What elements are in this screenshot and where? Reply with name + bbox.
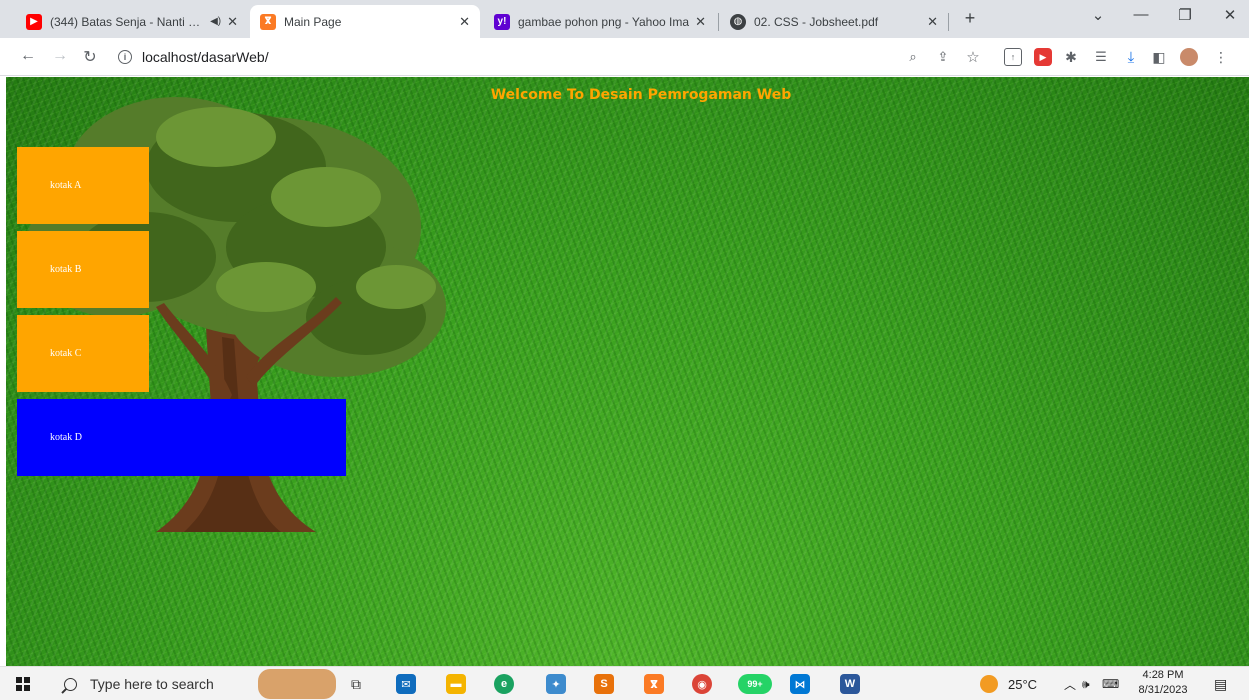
volume-icon[interactable]: 🕪 [1082,667,1090,700]
yahoo-icon: y! [494,13,510,30]
tab-youtube[interactable]: ▶ (344) Batas Senja - Nanti Kita ◀︎) ✕ [16,5,248,38]
sublime-icon[interactable]: S [594,674,614,694]
site-info-icon[interactable]: i [118,50,132,64]
word-icon[interactable]: W [840,674,860,694]
speaker-icon[interactable]: ◀︎) [210,16,221,27]
download-icon[interactable]: ⤓ [1122,48,1140,66]
search-icon [64,677,77,691]
xampp-icon[interactable]: ⴳ [644,674,664,694]
extension-red-icon[interactable]: ▶ [1034,48,1052,66]
search-highlight-icon[interactable] [258,669,336,699]
back-arrow-icon[interactable]: ← [18,47,38,65]
page-viewport: Welcome To Desain Pemrogaman Web kotak A… [6,77,1249,666]
side-panel-icon[interactable]: ◧ [1150,48,1168,66]
close-tab-icon[interactable]: ✕ [227,14,238,30]
notification-center-icon[interactable]: ▤ [1214,667,1227,700]
tab-title: (344) Batas Senja - Nanti Kita [50,14,207,29]
search-placeholder: Type here to search [90,676,214,692]
puzzle-icon[interactable]: ✱ [1062,48,1080,66]
url-text[interactable]: localhost/dasarWeb/ [142,49,269,65]
menu-kebab-icon[interactable]: ⋮ [1212,48,1230,66]
browser-tab-strip: ▶ (344) Batas Senja - Nanti Kita ◀︎) ✕ ⴳ… [0,0,1249,38]
chrome-icon[interactable]: ◉ [692,674,712,694]
notification-badge: 99+ [747,679,763,689]
xampp-icon: ⴳ [260,13,276,30]
tab-yahoo-images[interactable]: y! gambae pohon png - Yahoo Ima ✕ [484,5,716,38]
tab-divider [718,13,719,31]
tab-title: gambae pohon png - Yahoo Ima [518,14,690,29]
weather-temp: 25°C [1008,676,1038,692]
box-kotak-d: kotak D [17,399,346,476]
profile-avatar-icon[interactable] [1180,48,1198,66]
share-icon[interactable]: ⇪ [934,48,952,66]
box-label: kotak B [50,264,82,275]
address-bar[interactable]: i localhost/dasarWeb/ [108,42,908,72]
clock-date: 8/31/2023 [1138,684,1188,696]
vscode-icon[interactable]: ⋈ [790,674,810,694]
youtube-icon: ▶ [26,13,42,30]
tab-jobsheet-pdf[interactable]: ◍ 02. CSS - Jobsheet.pdf ✕ [720,5,948,38]
weather-sun-icon [980,675,998,693]
reload-icon[interactable]: ↻ [80,47,100,67]
zoom-icon[interactable]: ⌕ [904,48,922,66]
box-label: kotak D [50,432,82,443]
restore-button[interactable]: ❐ [1170,6,1200,24]
close-window-button[interactable]: ✕ [1215,6,1245,24]
close-tab-icon[interactable]: ✕ [695,14,706,30]
browser-toolbar: ← → ↻ i localhost/dasarWeb/ ⌕ ⇪ ☆ ↑ ▶ ✱ … [0,38,1249,76]
weather-widget[interactable]: 25°C [980,667,1037,700]
task-view-icon[interactable]: ⧉ [346,674,366,694]
extension-icon[interactable]: ↑ [1004,48,1022,66]
box-label: kotak C [50,348,82,359]
minimize-button[interactable]: — [1126,6,1156,23]
new-tab-button[interactable]: + [958,8,982,29]
edge-icon[interactable]: e [494,674,514,694]
box-kotak-c: kotak C [17,315,149,392]
tab-title: Main Page [284,14,342,29]
tab-main-page[interactable]: ⴳ Main Page ✕ [250,5,480,38]
file-explorer-icon[interactable]: ▬ [446,674,466,694]
whatsapp-icon[interactable]: 99+ [738,674,772,694]
mail-icon[interactable]: ✉ [396,674,416,694]
bookmark-star-icon[interactable]: ☆ [964,48,982,66]
windows-taskbar: Type here to search ⧉ ✉ ▬ e ✦ S ⴳ ◉ 99+ … [0,666,1249,700]
box-label: kotak A [50,180,82,191]
reading-list-icon[interactable]: ☰ [1092,48,1110,66]
clock-time: 4:28 PM [1142,669,1184,681]
keyboard-icon[interactable]: ⌨ [1102,667,1119,700]
globe-icon: ◍ [730,13,746,30]
box-kotak-b: kotak B [17,231,149,308]
page-heading: Welcome To Desain Pemrogaman Web [490,87,792,103]
tab-title: 02. CSS - Jobsheet.pdf [754,14,879,29]
box-kotak-a: kotak A [17,147,149,224]
tab-search-icon[interactable]: ⌄ [1083,6,1113,24]
tab-divider [948,13,949,31]
system-clock[interactable]: 4:28 PM 8/31/2023 [1128,668,1198,698]
forward-arrow-icon[interactable]: → [50,47,70,65]
app-icon[interactable]: ✦ [546,674,566,694]
close-tab-icon[interactable]: ✕ [459,14,470,30]
tray-overflow-icon[interactable]: ︿ [1064,667,1076,700]
close-tab-icon[interactable]: ✕ [927,14,938,30]
taskbar-search-box[interactable]: Type here to search [50,667,250,700]
windows-start-icon[interactable] [16,677,30,691]
